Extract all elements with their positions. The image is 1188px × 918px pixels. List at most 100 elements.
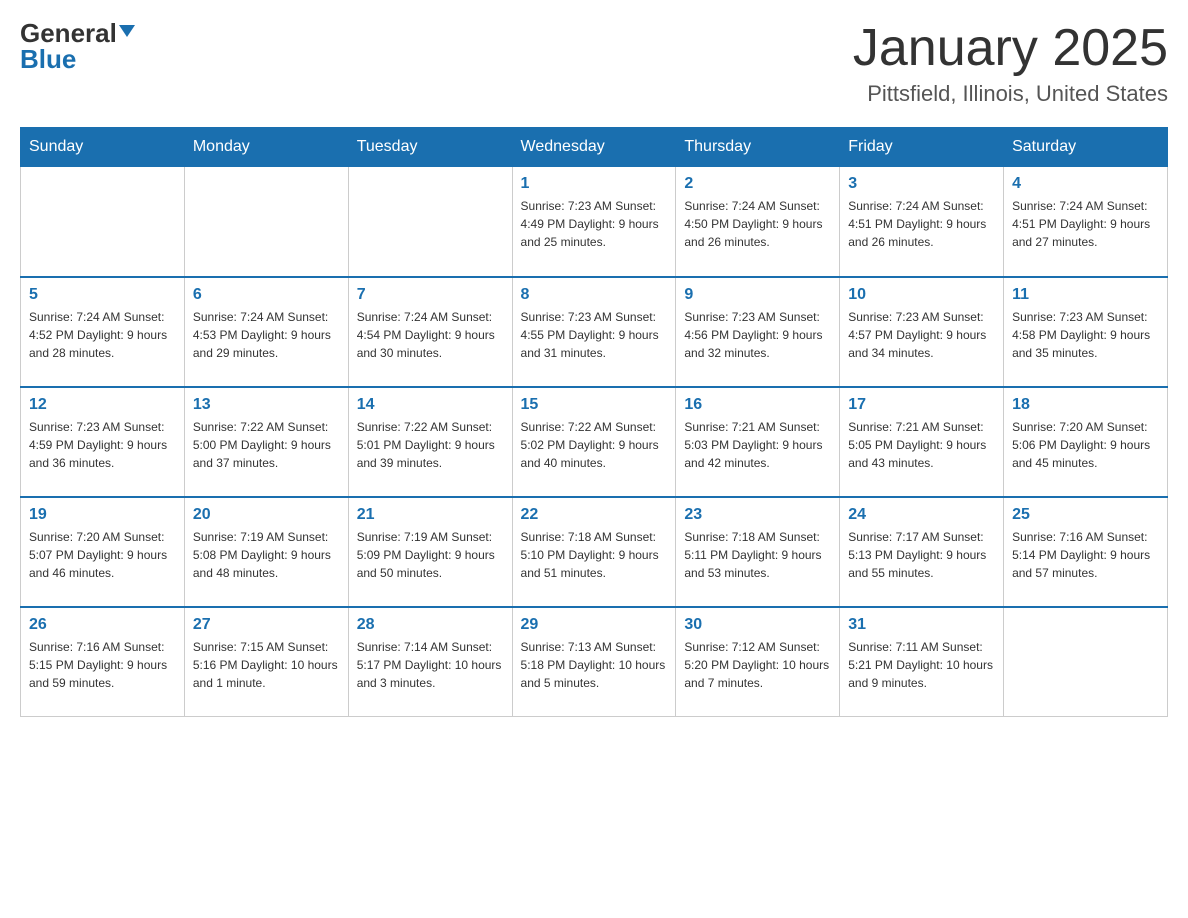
- calendar-cell: 20Sunrise: 7:19 AM Sunset: 5:08 PM Dayli…: [184, 497, 348, 607]
- cell-day-info: Sunrise: 7:24 AM Sunset: 4:51 PM Dayligh…: [848, 197, 995, 251]
- calendar-cell: 7 Sunrise: 7:24 AM Sunset: 4:54 PM Daylig…: [348, 277, 512, 387]
- calendar-cell: 14 Sunrise: 7:22 AM Sunset: 5:01 PM Dayli…: [348, 387, 512, 497]
- calendar-cell: 16Sunrise: 7:21 AM Sunset: 5:03 PM Dayli…: [676, 387, 840, 497]
- cell-day-number: 9: [684, 286, 831, 304]
- calendar-week-row: 1 Sunrise: 7:23 AM Sunset: 4:49 PM Daylig…: [21, 167, 1168, 277]
- calendar-cell: 31 Sunrise: 7:11 AM Sunset: 5:21 PM Dayli…: [840, 607, 1004, 717]
- calendar-week-row: 12 Sunrise: 7:23 AM Sunset: 4:59 PM Dayli…: [21, 387, 1168, 497]
- calendar-title: January 2025: [853, 20, 1168, 77]
- cell-day-info: Sunrise: 7:23 AM Sunset: 4:56 PM Dayligh…: [684, 308, 831, 362]
- cell-day-number: 2: [684, 175, 831, 193]
- cell-day-info: Sunrise: 7:12 AM Sunset: 5:20 PM Dayligh…: [684, 638, 831, 692]
- calendar-cell: 8 Sunrise: 7:23 AM Sunset: 4:55 PM Daylig…: [512, 277, 676, 387]
- calendar-cell: 21 Sunrise: 7:19 AM Sunset: 5:09 PM Dayli…: [348, 497, 512, 607]
- cell-day-info: Sunrise: 7:18 AM Sunset: 5:11 PM Dayligh…: [684, 528, 831, 582]
- calendar-cell: 2 Sunrise: 7:24 AM Sunset: 4:50 PM Daylig…: [676, 167, 840, 277]
- cell-day-info: Sunrise: 7:23 AM Sunset: 4:55 PM Dayligh…: [521, 308, 668, 362]
- cell-day-number: 13: [193, 396, 340, 414]
- cell-day-info: Sunrise: 7:22 AM Sunset: 5:02 PM Dayligh…: [521, 418, 668, 472]
- cell-day-number: 26: [29, 616, 176, 634]
- cell-day-number: 14: [357, 396, 504, 414]
- calendar-cell: 18Sunrise: 7:20 AM Sunset: 5:06 PM Dayli…: [1004, 387, 1168, 497]
- cell-day-info: Sunrise: 7:20 AM Sunset: 5:07 PM Dayligh…: [29, 528, 176, 582]
- calendar-cell: 11 Sunrise: 7:23 AM Sunset: 4:58 PM Dayli…: [1004, 277, 1168, 387]
- logo-general-text: General: [20, 20, 117, 46]
- calendar-cell: 12 Sunrise: 7:23 AM Sunset: 4:59 PM Dayli…: [21, 387, 185, 497]
- cell-day-info: Sunrise: 7:24 AM Sunset: 4:52 PM Dayligh…: [29, 308, 176, 362]
- cell-day-number: 17: [848, 396, 995, 414]
- cell-day-info: Sunrise: 7:22 AM Sunset: 5:01 PM Dayligh…: [357, 418, 504, 472]
- cell-day-info: Sunrise: 7:20 AM Sunset: 5:06 PM Dayligh…: [1012, 418, 1159, 472]
- cell-day-info: Sunrise: 7:23 AM Sunset: 4:57 PM Dayligh…: [848, 308, 995, 362]
- cell-day-number: 5: [29, 286, 176, 304]
- calendar-cell: 4Sunrise: 7:24 AM Sunset: 4:51 PM Daylig…: [1004, 167, 1168, 277]
- cell-day-number: 22: [521, 506, 668, 524]
- cell-day-info: Sunrise: 7:14 AM Sunset: 5:17 PM Dayligh…: [357, 638, 504, 692]
- calendar-cell: 27 Sunrise: 7:15 AM Sunset: 5:16 PM Dayli…: [184, 607, 348, 717]
- cell-day-number: 10: [848, 286, 995, 304]
- cell-day-number: 12: [29, 396, 176, 414]
- calendar-cell: 24 Sunrise: 7:17 AM Sunset: 5:13 PM Dayli…: [840, 497, 1004, 607]
- cell-day-number: 11: [1012, 286, 1159, 304]
- cell-day-info: Sunrise: 7:11 AM Sunset: 5:21 PM Dayligh…: [848, 638, 995, 692]
- logo-triangle-icon: [119, 25, 135, 37]
- calendar-body: 1 Sunrise: 7:23 AM Sunset: 4:49 PM Daylig…: [21, 167, 1168, 717]
- calendar-cell: 15 Sunrise: 7:22 AM Sunset: 5:02 PM Dayli…: [512, 387, 676, 497]
- calendar-cell: 9 Sunrise: 7:23 AM Sunset: 4:56 PM Daylig…: [676, 277, 840, 387]
- cell-day-info: Sunrise: 7:18 AM Sunset: 5:10 PM Dayligh…: [521, 528, 668, 582]
- cell-day-info: Sunrise: 7:22 AM Sunset: 5:00 PM Dayligh…: [193, 418, 340, 472]
- cell-day-number: 21: [357, 506, 504, 524]
- cell-day-info: Sunrise: 7:23 AM Sunset: 4:58 PM Dayligh…: [1012, 308, 1159, 362]
- cell-day-info: Sunrise: 7:23 AM Sunset: 4:59 PM Dayligh…: [29, 418, 176, 472]
- calendar-cell: 29Sunrise: 7:13 AM Sunset: 5:18 PM Dayli…: [512, 607, 676, 717]
- cell-day-info: Sunrise: 7:15 AM Sunset: 5:16 PM Dayligh…: [193, 638, 340, 692]
- cell-day-number: 27: [193, 616, 340, 634]
- cell-day-info: Sunrise: 7:19 AM Sunset: 5:09 PM Dayligh…: [357, 528, 504, 582]
- cell-day-number: 6: [193, 286, 340, 304]
- calendar-subtitle: Pittsfield, Illinois, United States: [853, 81, 1168, 107]
- calendar-cell: 10 Sunrise: 7:23 AM Sunset: 4:57 PM Dayli…: [840, 277, 1004, 387]
- cell-day-number: 19: [29, 506, 176, 524]
- cell-day-info: Sunrise: 7:24 AM Sunset: 4:53 PM Dayligh…: [193, 308, 340, 362]
- cell-day-info: Sunrise: 7:24 AM Sunset: 4:50 PM Dayligh…: [684, 197, 831, 251]
- calendar-table: SundayMondayTuesdayWednesdayThursdayFrid…: [20, 127, 1168, 717]
- weekday-row: SundayMondayTuesdayWednesdayThursdayFrid…: [21, 128, 1168, 167]
- calendar-cell: [184, 167, 348, 277]
- cell-day-number: 23: [684, 506, 831, 524]
- cell-day-number: 20: [193, 506, 340, 524]
- cell-day-number: 31: [848, 616, 995, 634]
- cell-day-number: 3: [848, 175, 995, 193]
- calendar-week-row: 26 Sunrise: 7:16 AM Sunset: 5:15 PM Dayli…: [21, 607, 1168, 717]
- weekday-monday: Monday: [184, 128, 348, 167]
- cell-day-number: 1: [521, 175, 668, 193]
- weekday-tuesday: Tuesday: [348, 128, 512, 167]
- cell-day-number: 16: [684, 396, 831, 414]
- calendar-cell: 25 Sunrise: 7:16 AM Sunset: 5:14 PM Dayli…: [1004, 497, 1168, 607]
- cell-day-number: 29: [521, 616, 668, 634]
- calendar-week-row: 5 Sunrise: 7:24 AM Sunset: 4:52 PM Daylig…: [21, 277, 1168, 387]
- cell-day-number: 15: [521, 396, 668, 414]
- calendar-cell: 30Sunrise: 7:12 AM Sunset: 5:20 PM Dayli…: [676, 607, 840, 717]
- weekday-sunday: Sunday: [21, 128, 185, 167]
- cell-day-info: Sunrise: 7:23 AM Sunset: 4:49 PM Dayligh…: [521, 197, 668, 251]
- calendar-cell: 19 Sunrise: 7:20 AM Sunset: 5:07 PM Dayli…: [21, 497, 185, 607]
- cell-day-info: Sunrise: 7:16 AM Sunset: 5:15 PM Dayligh…: [29, 638, 176, 692]
- cell-day-number: 8: [521, 286, 668, 304]
- cell-day-info: Sunrise: 7:16 AM Sunset: 5:14 PM Dayligh…: [1012, 528, 1159, 582]
- cell-day-number: 7: [357, 286, 504, 304]
- cell-day-number: 24: [848, 506, 995, 524]
- cell-day-info: Sunrise: 7:17 AM Sunset: 5:13 PM Dayligh…: [848, 528, 995, 582]
- calendar-header: SundayMondayTuesdayWednesdayThursdayFrid…: [21, 128, 1168, 167]
- cell-day-number: 25: [1012, 506, 1159, 524]
- calendar-cell: 3 Sunrise: 7:24 AM Sunset: 4:51 PM Daylig…: [840, 167, 1004, 277]
- calendar-cell: 23 Sunrise: 7:18 AM Sunset: 5:11 PM Dayli…: [676, 497, 840, 607]
- calendar-cell: [348, 167, 512, 277]
- calendar-cell: 22 Sunrise: 7:18 AM Sunset: 5:10 PM Dayli…: [512, 497, 676, 607]
- cell-day-info: Sunrise: 7:24 AM Sunset: 4:54 PM Dayligh…: [357, 308, 504, 362]
- logo-blue-text: Blue: [20, 46, 76, 72]
- title-block: January 2025 Pittsfield, Illinois, Unite…: [853, 20, 1168, 107]
- cell-day-number: 28: [357, 616, 504, 634]
- cell-day-info: Sunrise: 7:24 AM Sunset: 4:51 PM Dayligh…: [1012, 197, 1159, 251]
- page-header: General Blue January 2025 Pittsfield, Il…: [20, 20, 1168, 107]
- calendar-cell: 6 Sunrise: 7:24 AM Sunset: 4:53 PM Daylig…: [184, 277, 348, 387]
